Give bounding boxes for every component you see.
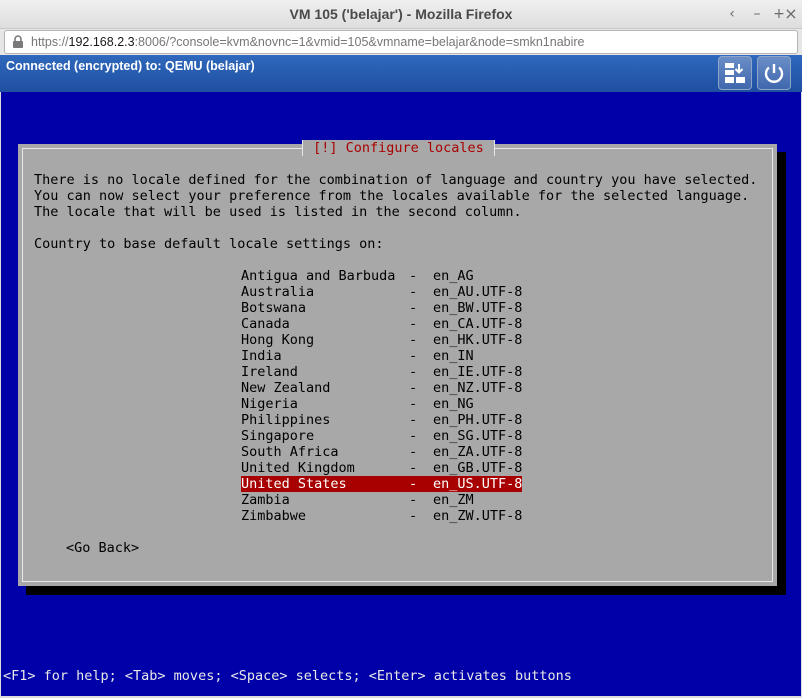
country-label: Australia bbox=[241, 284, 315, 300]
separator: - bbox=[409, 300, 418, 316]
country-label: Philippines bbox=[241, 412, 331, 428]
separator: - bbox=[409, 332, 418, 348]
list-item-selected[interactable]: United States - en_US.UTF-8 bbox=[241, 476, 522, 492]
list-item[interactable]: India - en_IN bbox=[241, 348, 522, 364]
country-label: New Zealand bbox=[241, 380, 331, 396]
dialog-frame-top-right bbox=[492, 148, 773, 149]
list-item[interactable]: Australia - en_AU.UTF-8 bbox=[241, 284, 522, 300]
locale-label: en_SG.UTF-8 bbox=[433, 428, 523, 444]
go-back-button[interactable]: <Go Back> bbox=[66, 540, 139, 556]
url-path: :8006/?console=kvm&novnc=1&vmid=105&vmna… bbox=[134, 35, 585, 49]
dialog-frame-top-left bbox=[22, 148, 302, 149]
locale-label: en_CA.UTF-8 bbox=[433, 316, 523, 332]
locale-label: en_PH.UTF-8 bbox=[433, 412, 523, 428]
separator: - bbox=[409, 348, 418, 364]
separator: - bbox=[409, 268, 418, 284]
locale-label: en_AG bbox=[433, 268, 474, 284]
country-label: United States bbox=[241, 476, 347, 492]
list-item[interactable]: Zimbabwe - en_ZW.UTF-8 bbox=[241, 508, 522, 524]
locale-label: en_NZ.UTF-8 bbox=[433, 380, 523, 396]
country-label: Hong Kong bbox=[241, 332, 315, 348]
list-item[interactable]: Hong Kong - en_HK.UTF-8 bbox=[241, 332, 522, 348]
list-item[interactable]: Singapore - en_SG.UTF-8 bbox=[241, 428, 522, 444]
list-item[interactable]: South Africa - en_ZA.UTF-8 bbox=[241, 444, 522, 460]
vnc-control-bar: Connected (encrypted) to: QEMU (belajar) bbox=[0, 55, 802, 92]
locale-label: en_ZW.UTF-8 bbox=[433, 508, 523, 524]
url-bar[interactable]: https://192.168.2.3:8006/?console=kvm&no… bbox=[4, 30, 798, 54]
country-label: Singapore bbox=[241, 428, 315, 444]
list-item[interactable]: United Kingdom - en_GB.UTF-8 bbox=[241, 460, 522, 476]
country-label: India bbox=[241, 348, 282, 364]
vnc-settings-button[interactable] bbox=[718, 56, 752, 90]
country-label: United Kingdom bbox=[241, 460, 355, 476]
country-label: Canada bbox=[241, 316, 290, 332]
window-close-icon[interactable]: × bbox=[781, 4, 801, 24]
separator: - bbox=[409, 476, 418, 492]
locale-label: en_HK.UTF-8 bbox=[433, 332, 523, 348]
separator: - bbox=[409, 316, 418, 332]
list-item[interactable]: Philippines - en_PH.UTF-8 bbox=[241, 412, 522, 428]
separator: - bbox=[409, 444, 418, 460]
separator: - bbox=[409, 380, 418, 396]
window-minimize-icon[interactable]: – bbox=[747, 4, 767, 24]
list-prompt: Country to base default locale settings … bbox=[34, 236, 384, 252]
window-titlebar: VM 105 ('belajar') - Mozilla Firefox ‹ –… bbox=[0, 0, 802, 29]
list-item[interactable]: Nigeria - en_NG bbox=[241, 396, 522, 412]
country-label: Zambia bbox=[241, 492, 290, 508]
dialog-shadow-right bbox=[777, 152, 786, 595]
message-line: The locale that will be used is listed i… bbox=[34, 204, 522, 220]
separator: - bbox=[409, 284, 418, 300]
locale-label: en_US.UTF-8 bbox=[433, 476, 523, 492]
separator: - bbox=[409, 428, 418, 444]
window-title: VM 105 ('belajar') - Mozilla Firefox bbox=[289, 6, 513, 22]
vnc-connection-status: Connected (encrypted) to: QEMU (belajar) bbox=[6, 59, 255, 73]
message-line: You can now select your preference from … bbox=[34, 188, 750, 204]
country-label: Ireland bbox=[241, 364, 298, 380]
url-text: https://192.168.2.3:8006/?console=kvm&no… bbox=[31, 31, 585, 53]
country-label: Antigua and Barbuda bbox=[241, 268, 396, 284]
url-host: 192.168.2.3 bbox=[68, 35, 135, 49]
vm-console-screen[interactable]: [!] Configure locales There is no locale… bbox=[1, 92, 801, 696]
locale-label: en_ZA.UTF-8 bbox=[433, 444, 523, 460]
list-item[interactable]: Botswana - en_BW.UTF-8 bbox=[241, 300, 522, 316]
dialog-shadow-bottom bbox=[26, 586, 786, 595]
locale-label: en_ZM bbox=[433, 492, 474, 508]
help-line: <F1> for help; <Tab> moves; <Space> sele… bbox=[3, 668, 572, 684]
separator: - bbox=[409, 492, 418, 508]
configure-locales-dialog: [!] Configure locales There is no locale… bbox=[18, 140, 777, 586]
separator: - bbox=[409, 412, 418, 428]
list-item[interactable]: Antigua and Barbuda - en_AG bbox=[241, 268, 522, 284]
country-label: Zimbabwe bbox=[241, 508, 307, 524]
url-scheme: https:// bbox=[31, 35, 69, 49]
list-item[interactable]: New Zealand - en_NZ.UTF-8 bbox=[241, 380, 522, 396]
browser-navbar: https://192.168.2.3:8006/?console=kvm&no… bbox=[0, 29, 802, 55]
vnc-power-button[interactable] bbox=[757, 56, 791, 90]
locale-label: en_IN bbox=[433, 348, 474, 364]
locale-label: en_IE.UTF-8 bbox=[433, 364, 523, 380]
list-item[interactable]: Zambia - en_ZM bbox=[241, 492, 522, 508]
power-icon bbox=[764, 64, 784, 83]
lock-icon[interactable] bbox=[11, 35, 25, 49]
locale-label: en_AU.UTF-8 bbox=[433, 284, 523, 300]
separator: - bbox=[409, 364, 418, 380]
message-line: There is no locale defined for the combi… bbox=[34, 172, 758, 188]
country-label: Botswana bbox=[241, 300, 307, 316]
dialog-title: [!] Configure locales bbox=[302, 140, 495, 156]
separator: - bbox=[409, 508, 418, 524]
separator: - bbox=[409, 460, 418, 476]
list-item[interactable]: Ireland - en_IE.UTF-8 bbox=[241, 364, 522, 380]
separator: - bbox=[409, 396, 418, 412]
country-label: South Africa bbox=[241, 444, 339, 460]
country-label: Nigeria bbox=[241, 396, 298, 412]
window-unmaximize-icon[interactable]: ‹ bbox=[722, 4, 742, 24]
keyboard-extra-keys-icon bbox=[725, 63, 745, 83]
locale-label: en_BW.UTF-8 bbox=[433, 300, 523, 316]
list-item[interactable]: Canada - en_CA.UTF-8 bbox=[241, 316, 522, 332]
locale-label: en_GB.UTF-8 bbox=[433, 460, 523, 476]
country-locale-list[interactable]: Antigua and Barbuda - en_AG Australia - en_A… bbox=[241, 268, 522, 524]
locale-label: en_NG bbox=[433, 396, 474, 412]
